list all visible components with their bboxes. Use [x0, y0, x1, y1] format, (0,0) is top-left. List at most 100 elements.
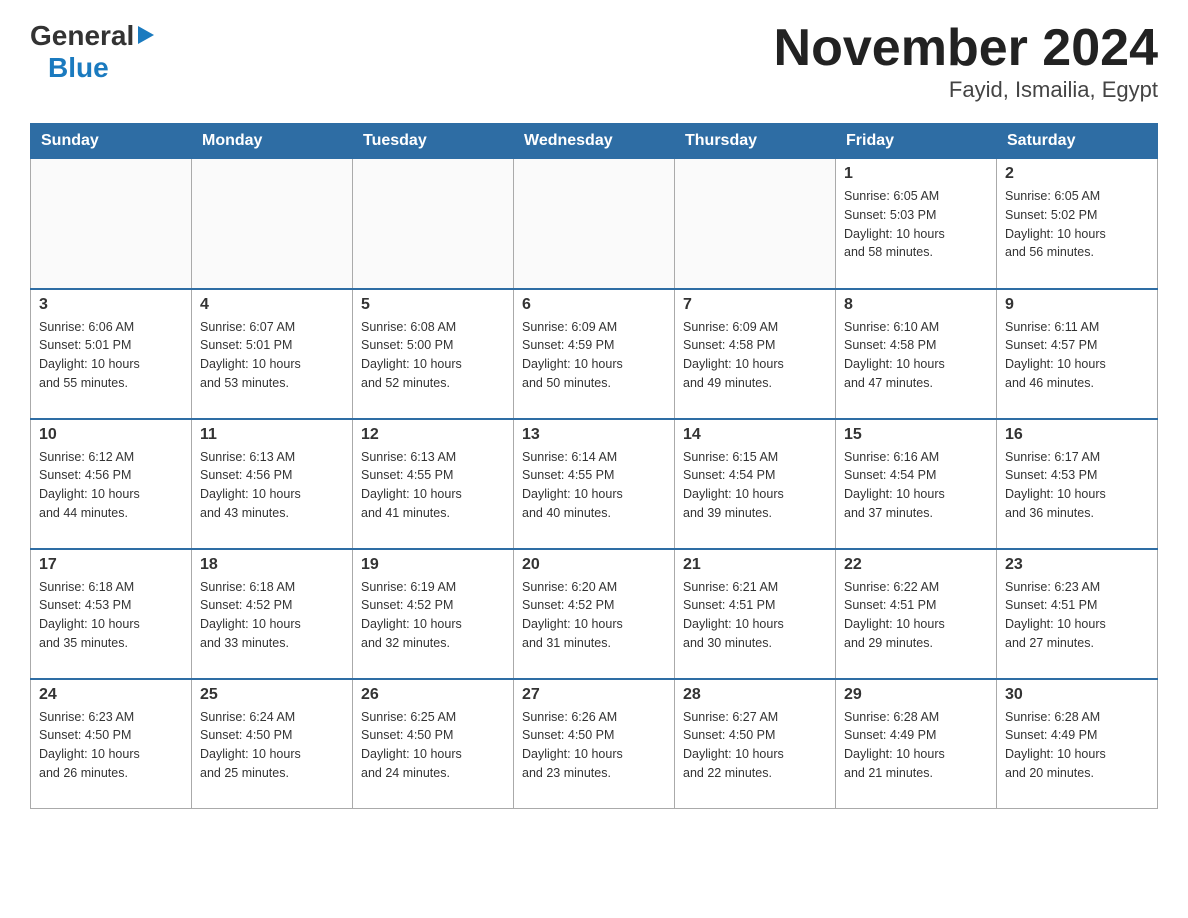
day-info: Sunrise: 6:26 AM Sunset: 4:50 PM Dayligh… — [522, 708, 666, 783]
logo-general-text: General — [30, 20, 134, 52]
day-number: 12 — [361, 426, 505, 444]
calendar-cell — [675, 159, 836, 289]
day-number: 24 — [39, 686, 183, 704]
calendar-cell: 11 Sunrise: 6:13 AM Sunset: 4:56 PM Dayli… — [192, 419, 353, 549]
day-number: 1 — [844, 165, 988, 183]
day-info: Sunrise: 6:06 AM Sunset: 5:01 PM Dayligh… — [39, 318, 183, 393]
day-number: 30 — [1005, 686, 1149, 704]
calendar-cell: 26 Sunrise: 6:25 AM Sunset: 4:50 PM Dayli… — [353, 679, 514, 809]
day-number: 28 — [683, 686, 827, 704]
calendar-cell: 7Sunrise: 6:09 AM Sunset: 4:58 PM Daylig… — [675, 289, 836, 419]
day-info: Sunrise: 6:12 AM Sunset: 4:56 PM Dayligh… — [39, 448, 183, 523]
day-info: Sunrise: 6:27 AM Sunset: 4:50 PM Dayligh… — [683, 708, 827, 783]
calendar-cell — [192, 159, 353, 289]
calendar-cell: 22 Sunrise: 6:22 AM Sunset: 4:51 PM Dayli… — [836, 549, 997, 679]
calendar-week-row: 3Sunrise: 6:06 AM Sunset: 5:01 PM Daylig… — [31, 289, 1158, 419]
calendar-cell: 18 Sunrise: 6:18 AM Sunset: 4:52 PM Dayli… — [192, 549, 353, 679]
day-info: Sunrise: 6:19 AM Sunset: 4:52 PM Dayligh… — [361, 578, 505, 653]
day-number: 26 — [361, 686, 505, 704]
weekday-header-monday: Monday — [192, 124, 353, 159]
day-number: 2 — [1005, 165, 1149, 183]
weekday-header-wednesday: Wednesday — [514, 124, 675, 159]
day-info: Sunrise: 6:13 AM Sunset: 4:56 PM Dayligh… — [200, 448, 344, 523]
calendar-cell: 3Sunrise: 6:06 AM Sunset: 5:01 PM Daylig… — [31, 289, 192, 419]
day-info: Sunrise: 6:09 AM Sunset: 4:59 PM Dayligh… — [522, 318, 666, 393]
calendar-cell: 20 Sunrise: 6:20 AM Sunset: 4:52 PM Dayli… — [514, 549, 675, 679]
calendar-week-row: 17 Sunrise: 6:18 AM Sunset: 4:53 PM Dayli… — [31, 549, 1158, 679]
day-number: 10 — [39, 426, 183, 444]
weekday-header-row: SundayMondayTuesdayWednesdayThursdayFrid… — [31, 124, 1158, 159]
calendar-cell: 24 Sunrise: 6:23 AM Sunset: 4:50 PM Dayli… — [31, 679, 192, 809]
calendar-cell: 12 Sunrise: 6:13 AM Sunset: 4:55 PM Dayli… — [353, 419, 514, 549]
day-info: Sunrise: 6:18 AM Sunset: 4:52 PM Dayligh… — [200, 578, 344, 653]
day-number: 15 — [844, 426, 988, 444]
calendar-cell: 17 Sunrise: 6:18 AM Sunset: 4:53 PM Dayli… — [31, 549, 192, 679]
calendar-cell: 16 Sunrise: 6:17 AM Sunset: 4:53 PM Dayli… — [997, 419, 1158, 549]
day-number: 23 — [1005, 556, 1149, 574]
day-info: Sunrise: 6:17 AM Sunset: 4:53 PM Dayligh… — [1005, 448, 1149, 523]
calendar-cell: 8 Sunrise: 6:10 AM Sunset: 4:58 PM Daylig… — [836, 289, 997, 419]
day-number: 16 — [1005, 426, 1149, 444]
day-info: Sunrise: 6:14 AM Sunset: 4:55 PM Dayligh… — [522, 448, 666, 523]
day-info: Sunrise: 6:05 AM Sunset: 5:02 PM Dayligh… — [1005, 187, 1149, 262]
day-number: 8 — [844, 296, 988, 314]
day-number: 17 — [39, 556, 183, 574]
day-number: 22 — [844, 556, 988, 574]
month-year-title: November 2024 — [774, 20, 1158, 77]
day-info: Sunrise: 6:05 AM Sunset: 5:03 PM Dayligh… — [844, 187, 988, 262]
day-number: 25 — [200, 686, 344, 704]
day-info: Sunrise: 6:11 AM Sunset: 4:57 PM Dayligh… — [1005, 318, 1149, 393]
calendar-cell: 4Sunrise: 6:07 AM Sunset: 5:01 PM Daylig… — [192, 289, 353, 419]
day-number: 6 — [522, 296, 666, 314]
weekday-header-tuesday: Tuesday — [353, 124, 514, 159]
day-info: Sunrise: 6:21 AM Sunset: 4:51 PM Dayligh… — [683, 578, 827, 653]
calendar-cell: 6 Sunrise: 6:09 AM Sunset: 4:59 PM Daylig… — [514, 289, 675, 419]
day-info: Sunrise: 6:24 AM Sunset: 4:50 PM Dayligh… — [200, 708, 344, 783]
day-info: Sunrise: 6:23 AM Sunset: 4:51 PM Dayligh… — [1005, 578, 1149, 653]
calendar-cell: 13 Sunrise: 6:14 AM Sunset: 4:55 PM Dayli… — [514, 419, 675, 549]
day-info: Sunrise: 6:08 AM Sunset: 5:00 PM Dayligh… — [361, 318, 505, 393]
page-header: General Blue November 2024 Fayid, Ismail… — [30, 20, 1158, 103]
day-number: 18 — [200, 556, 344, 574]
calendar-cell: 23 Sunrise: 6:23 AM Sunset: 4:51 PM Dayli… — [997, 549, 1158, 679]
day-number: 11 — [200, 426, 344, 444]
calendar-cell: 10 Sunrise: 6:12 AM Sunset: 4:56 PM Dayli… — [31, 419, 192, 549]
calendar-cell: 14 Sunrise: 6:15 AM Sunset: 4:54 PM Dayli… — [675, 419, 836, 549]
day-info: Sunrise: 6:22 AM Sunset: 4:51 PM Dayligh… — [844, 578, 988, 653]
day-number: 13 — [522, 426, 666, 444]
day-info: Sunrise: 6:13 AM Sunset: 4:55 PM Dayligh… — [361, 448, 505, 523]
day-number: 9 — [1005, 296, 1149, 314]
calendar-cell — [353, 159, 514, 289]
calendar-cell — [514, 159, 675, 289]
logo-blue-text: Blue — [48, 52, 109, 83]
day-info: Sunrise: 6:20 AM Sunset: 4:52 PM Dayligh… — [522, 578, 666, 653]
calendar-week-row: 1 Sunrise: 6:05 AM Sunset: 5:03 PM Daylig… — [31, 159, 1158, 289]
calendar-cell: 5Sunrise: 6:08 AM Sunset: 5:00 PM Daylig… — [353, 289, 514, 419]
day-info: Sunrise: 6:16 AM Sunset: 4:54 PM Dayligh… — [844, 448, 988, 523]
day-info: Sunrise: 6:10 AM Sunset: 4:58 PM Dayligh… — [844, 318, 988, 393]
calendar-week-row: 24 Sunrise: 6:23 AM Sunset: 4:50 PM Dayli… — [31, 679, 1158, 809]
weekday-header-sunday: Sunday — [31, 124, 192, 159]
day-info: Sunrise: 6:18 AM Sunset: 4:53 PM Dayligh… — [39, 578, 183, 653]
logo: General Blue — [30, 20, 154, 84]
day-number: 21 — [683, 556, 827, 574]
weekday-header-thursday: Thursday — [675, 124, 836, 159]
calendar-cell: 30Sunrise: 6:28 AM Sunset: 4:49 PM Dayli… — [997, 679, 1158, 809]
day-info: Sunrise: 6:15 AM Sunset: 4:54 PM Dayligh… — [683, 448, 827, 523]
calendar-cell: 21 Sunrise: 6:21 AM Sunset: 4:51 PM Dayli… — [675, 549, 836, 679]
day-number: 29 — [844, 686, 988, 704]
day-info: Sunrise: 6:28 AM Sunset: 4:49 PM Dayligh… — [844, 708, 988, 783]
calendar-table: SundayMondayTuesdayWednesdayThursdayFrid… — [30, 123, 1158, 809]
day-number: 14 — [683, 426, 827, 444]
calendar-cell: 29 Sunrise: 6:28 AM Sunset: 4:49 PM Dayli… — [836, 679, 997, 809]
calendar-cell: 19Sunrise: 6:19 AM Sunset: 4:52 PM Dayli… — [353, 549, 514, 679]
calendar-cell: 15 Sunrise: 6:16 AM Sunset: 4:54 PM Dayli… — [836, 419, 997, 549]
day-number: 27 — [522, 686, 666, 704]
day-info: Sunrise: 6:25 AM Sunset: 4:50 PM Dayligh… — [361, 708, 505, 783]
weekday-header-friday: Friday — [836, 124, 997, 159]
calendar-cell: 25 Sunrise: 6:24 AM Sunset: 4:50 PM Dayli… — [192, 679, 353, 809]
day-info: Sunrise: 6:23 AM Sunset: 4:50 PM Dayligh… — [39, 708, 183, 783]
day-number: 20 — [522, 556, 666, 574]
weekday-header-saturday: Saturday — [997, 124, 1158, 159]
day-number: 4 — [200, 296, 344, 314]
